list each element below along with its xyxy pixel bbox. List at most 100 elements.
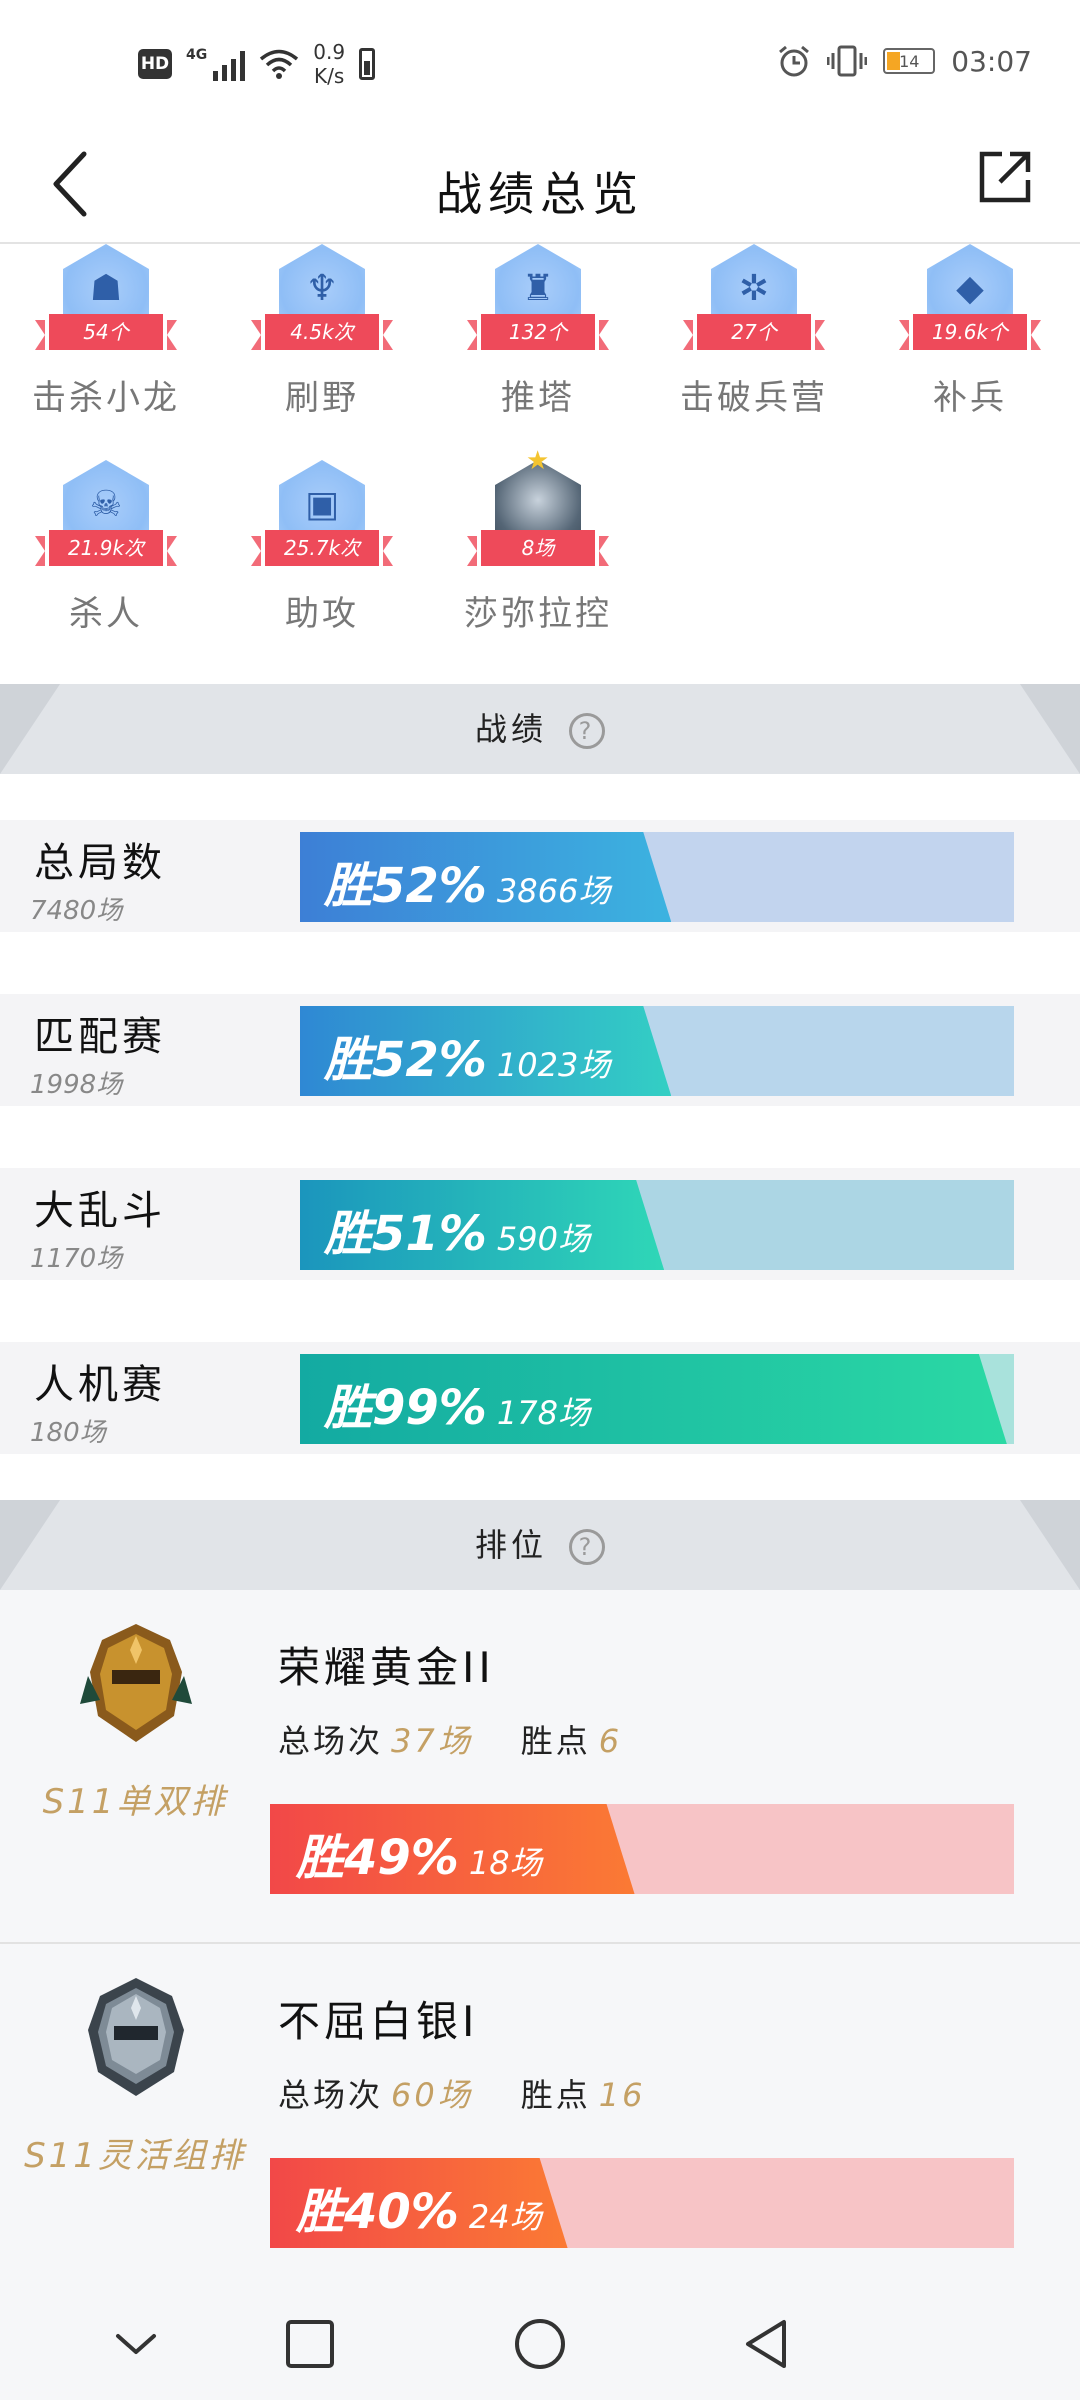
stat-total-games: 180场 (30, 1418, 106, 1448)
help-icon[interactable]: ? (569, 713, 605, 749)
rank-tier: 不屈白银I (278, 1997, 479, 2046)
win-rate-bar: 胜99% 178场 (300, 1354, 1014, 1444)
share-icon[interactable] (976, 148, 1034, 206)
achievement-count: 8场 (467, 530, 609, 566)
recents-square-icon[interactable] (278, 2312, 342, 2376)
network-speed: 0.9 K/s (313, 40, 345, 88)
dragon-icon: ☗ (89, 268, 123, 309)
games-value: 60场 (391, 2076, 473, 2114)
section-title: 战绩 (474, 710, 547, 748)
win-rate-bar: 胜52% 3866场 (300, 832, 1014, 922)
system-nav-bar (0, 2290, 1080, 2400)
rank-section-header: 排位? (0, 1500, 1080, 1590)
rank-solo-duo[interactable]: S11单双排 荣耀黄金II 总场次 37场 胜点 6 胜49% 18场 (0, 1590, 1080, 1944)
stats-list: 总局数 7480场 胜52% 3866场 匹配赛 1998场 胜52% 1023场 … (0, 774, 1080, 1500)
stat-name: 总局数 (34, 840, 166, 886)
alarm-icon (779, 45, 810, 77)
win-games: 18场 (468, 1844, 542, 1882)
stat-row-bots[interactable]: 人机赛 180场 胜99% 178场 (0, 1342, 1080, 1454)
rank-tier: 荣耀黄金II (278, 1643, 495, 1692)
achievement-hero-mastery[interactable]: ★ 8场 莎弥拉控 (438, 446, 638, 635)
wifi-icon (260, 49, 299, 79)
status-right: 14 03:07 (777, 44, 1032, 78)
achievement-dragon-kills[interactable]: ☗ 54个 击杀小龙 (6, 244, 206, 419)
win-rate-label: 胜52% (324, 858, 487, 914)
rank-win-rate-bar: 胜40% 24场 (270, 2158, 1014, 2248)
page-title: 战绩总览 (436, 167, 644, 221)
chevron-down-icon[interactable] (104, 2312, 168, 2376)
achievement-count: 132个 (467, 314, 609, 350)
status-left: HD 4G 0.9 K/s (138, 40, 376, 88)
achievement-label: 莎弥拉控 (464, 594, 612, 634)
points-label: 胜点 (520, 2076, 591, 2114)
win-games: 178场 (496, 1394, 590, 1432)
achievement-jungle[interactable]: ♆ 4.5k次 刷野 (222, 244, 422, 419)
vibrate-icon (827, 45, 868, 77)
games-value: 37场 (391, 1722, 473, 1760)
rank-list: S11单双排 荣耀黄金II 总场次 37场 胜点 6 胜49% 18场 S11灵活组排 … (0, 1590, 1080, 2296)
achievement-label: 刷野 (285, 378, 359, 418)
silver-rank-icon (88, 1978, 184, 2096)
achievement-kills[interactable]: ☠ 21.9k次 杀人 (6, 460, 206, 635)
achievement-label: 杀人 (69, 594, 143, 634)
achievement-towers[interactable]: ♜ 132个 推塔 (438, 244, 638, 419)
section-title: 排位 (474, 1526, 547, 1564)
games-label: 总场次 (278, 1722, 384, 1760)
win-games: 24场 (468, 2198, 542, 2236)
rank-flex[interactable]: S11灵活组排 不屈白银I 总场次 60场 胜点 16 胜40% 24场 (0, 1944, 1080, 2296)
achievement-count: 21.9k次 (35, 530, 177, 566)
gold-rank-icon (80, 1624, 192, 1742)
achievement-count: 27个 (683, 314, 825, 350)
achievement-label: 助攻 (285, 594, 359, 634)
signal-icon: 4G (186, 47, 246, 81)
games-label: 总场次 (278, 2076, 384, 2114)
barracks-icon: ✲ (738, 268, 770, 309)
win-games: 3866场 (496, 872, 611, 910)
stat-row-matchmaking[interactable]: 匹配赛 1998场 胜52% 1023场 (0, 994, 1080, 1106)
clock: 03:07 (951, 44, 1032, 78)
achievement-label: 击杀小龙 (32, 378, 180, 418)
win-rate-label: 胜40% (296, 2184, 459, 2240)
win-rate-bar: 胜51% 590场 (300, 1180, 1014, 1270)
stat-name: 人机赛 (34, 1362, 166, 1408)
achievement-grid: ☗ 54个 击杀小龙 ♆ 4.5k次 刷野 ♜ 132个 推塔 ✲ 27个 击破… (0, 244, 1080, 684)
stat-row-total[interactable]: 总局数 7480场 胜52% 3866场 (0, 820, 1080, 932)
stats-section-header: 战绩? (0, 684, 1080, 774)
speed-unit: K/s (314, 64, 345, 88)
achievement-count: 4.5k次 (251, 314, 393, 350)
home-circle-icon[interactable] (508, 2312, 572, 2376)
back-triangle-icon[interactable] (736, 2312, 800, 2376)
rank-mode: S11单双排 (42, 1782, 228, 1822)
win-rate-label: 胜52% (324, 1032, 487, 1088)
achievement-barracks[interactable]: ✲ 27个 击破兵营 (654, 244, 854, 419)
battery-saver-icon (359, 48, 376, 80)
minion-icon: ◆ (956, 268, 984, 309)
battery-level: 14 (899, 51, 920, 71)
status-bar: HD 4G 0.9 K/s 14 03:07 (0, 0, 1080, 130)
hd-icon: HD (138, 49, 172, 79)
tower-icon: ♜ (521, 268, 555, 309)
win-rate-label: 胜49% (296, 1830, 459, 1886)
win-rate-bar: 胜52% 1023场 (300, 1006, 1014, 1096)
stat-total-games: 7480场 (30, 896, 123, 926)
stat-name: 匹配赛 (34, 1014, 166, 1060)
help-icon[interactable]: ? (569, 1529, 605, 1565)
stat-row-aram[interactable]: 大乱斗 1170场 胜51% 590场 (0, 1168, 1080, 1280)
assist-icon: ▣ (304, 484, 339, 525)
star-icon: ★ (526, 446, 550, 476)
win-games: 1023场 (496, 1046, 611, 1084)
achievement-count: 25.7k次 (251, 530, 393, 566)
stat-name: 大乱斗 (34, 1188, 166, 1234)
network-type: 4G (186, 47, 208, 63)
stat-total-games: 1998场 (30, 1070, 123, 1100)
achievement-minions[interactable]: ◆ 19.6k个 补兵 (870, 244, 1070, 419)
kill-icon: ☠ (89, 484, 123, 525)
achievement-count: 54个 (35, 314, 177, 350)
points-label: 胜点 (520, 1722, 591, 1760)
rank-win-rate-bar: 胜49% 18场 (270, 1804, 1014, 1894)
achievement-assists[interactable]: ▣ 25.7k次 助攻 (222, 460, 422, 635)
achievement-label: 补兵 (933, 378, 1007, 418)
win-rate-label: 胜51% (324, 1206, 487, 1262)
win-rate-label: 胜99% (324, 1380, 487, 1436)
rank-details: 总场次 60场 胜点 16 (278, 2070, 693, 2116)
